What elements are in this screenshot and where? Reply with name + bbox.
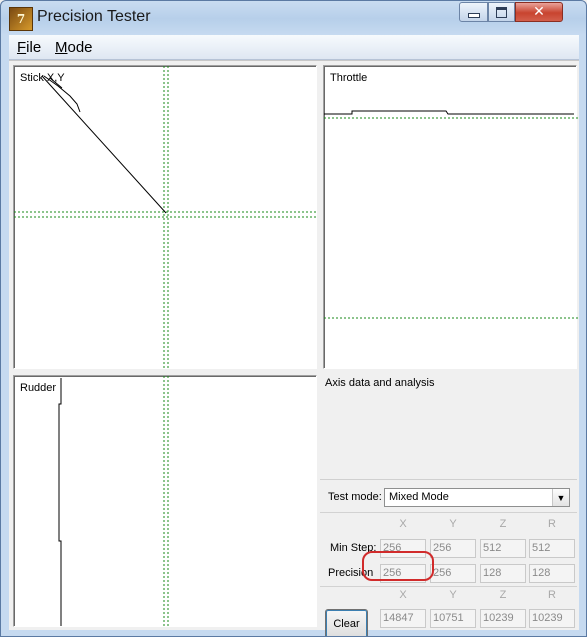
raw-column-header-z: Z: [499, 589, 507, 601]
client-area: Stick X,Y Throttle Rudder Axis data and …: [9, 60, 579, 636]
stick-xy-plot: Stick X,Y: [13, 65, 318, 370]
close-button[interactable]: ✕: [515, 2, 563, 22]
menu-bar: File Mode: [9, 35, 579, 60]
column-header-y: Y: [449, 518, 457, 530]
stick-xy-graph: [14, 66, 318, 370]
rudder-graph: [58, 376, 169, 628]
min-step-x-field: 256: [380, 539, 426, 558]
raw-z-field: 10239: [480, 609, 526, 628]
close-icon: ✕: [533, 4, 545, 20]
raw-column-header-x: X: [399, 589, 407, 601]
precision-r-field: 128: [529, 564, 575, 583]
divider: [320, 512, 577, 513]
precision-label: Precision: [328, 567, 374, 579]
maximize-icon: [496, 6, 507, 18]
column-header-z: Z: [499, 518, 507, 530]
min-step-label: Min Step:: [330, 542, 377, 554]
menu-file-label: ile: [26, 39, 42, 56]
test-mode-label: Test mode:: [328, 491, 382, 503]
maximize-button[interactable]: [488, 2, 515, 22]
minimize-button[interactable]: [459, 2, 488, 22]
menu-mode[interactable]: Mode: [55, 39, 93, 56]
precision-z-field: 128: [480, 564, 526, 583]
title-bar[interactable]: 7 Precision Tester ✕: [1, 1, 586, 35]
controls-panel: Test mode: Mixed Mode ▼ X Y Z R Min Step…: [320, 479, 577, 636]
rudder-label: Rudder: [20, 382, 57, 394]
min-step-y-field: 256: [430, 539, 476, 558]
min-step-z-field: 512: [480, 539, 526, 558]
rudder-plot: Rudder: [13, 375, 317, 628]
window-title: Precision Tester: [37, 8, 151, 25]
test-mode-value: Mixed Mode: [389, 491, 449, 503]
raw-x-field: 14847: [380, 609, 426, 628]
precision-y-field: 256: [430, 564, 476, 583]
raw-column-header-r: R: [548, 589, 556, 601]
stick-xy-label: Stick X,Y: [20, 72, 65, 84]
app-icon: 7: [9, 7, 33, 31]
column-header-x: X: [399, 518, 407, 530]
axis-analysis-label: Axis data and analysis: [325, 377, 435, 389]
divider: [320, 586, 577, 587]
throttle-plot: Throttle: [323, 65, 578, 369]
throttle-label: Throttle: [330, 72, 368, 84]
menu-mode-label: ode: [67, 39, 93, 56]
precision-x-field: 256: [380, 564, 426, 583]
app-window: 7 Precision Tester ✕ File Mode Stick X,Y…: [0, 0, 587, 637]
raw-r-field: 10239: [529, 609, 575, 628]
column-header-r: R: [548, 518, 556, 530]
throttle-graph: [324, 110, 578, 319]
minimize-icon: [467, 13, 480, 18]
menu-mode-accelerator: M: [55, 39, 68, 56]
min-step-r-field: 512: [529, 539, 575, 558]
menu-file-accelerator: F: [17, 39, 27, 56]
raw-y-field: 10751: [430, 609, 476, 628]
test-mode-select[interactable]: Mixed Mode ▼: [384, 488, 570, 507]
menu-file[interactable]: File: [17, 39, 41, 56]
raw-column-header-y: Y: [449, 589, 457, 601]
dropdown-arrow-icon[interactable]: ▼: [552, 489, 569, 506]
clear-button[interactable]: Clear: [325, 609, 368, 636]
